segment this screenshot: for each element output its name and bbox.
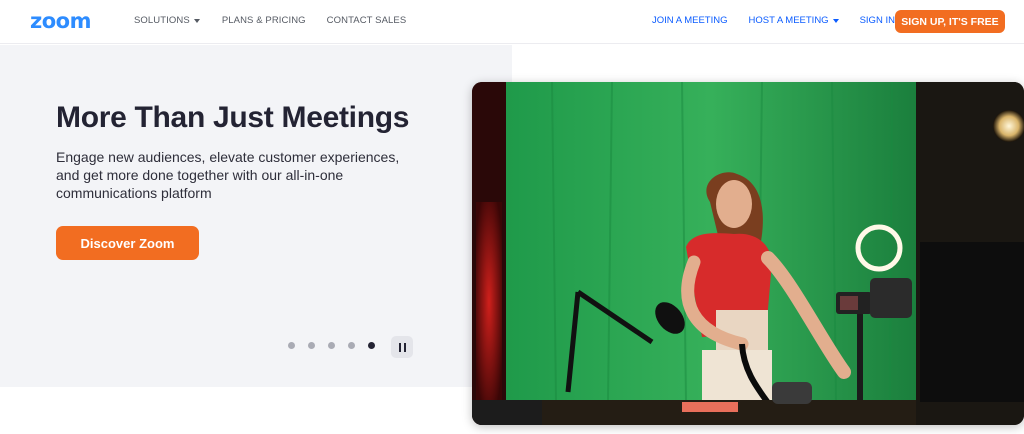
hero-background — [0, 45, 512, 387]
carousel-dot[interactable] — [348, 342, 355, 349]
hero-headline: More Than Just Meetings — [56, 101, 410, 134]
hero-subheading: Engage new audiences, elevate customer e… — [56, 149, 400, 201]
nav-contact-sales-label: CONTACT SALES — [326, 15, 407, 26]
pause-icon — [403, 342, 406, 352]
top-navigation: zoom SOLUTIONS PLANS & PRICING CONTACT S… — [0, 0, 1024, 44]
join-meeting-link[interactable]: JOIN A MEETING — [652, 15, 728, 26]
carousel-dot[interactable] — [288, 342, 295, 349]
carousel-dot-active[interactable] — [368, 342, 375, 349]
join-meeting-label: JOIN A MEETING — [652, 15, 728, 26]
chevron-down-icon — [193, 18, 200, 23]
discover-zoom-label: Discover Zoom — [80, 235, 175, 251]
hero-media-video[interactable] — [472, 82, 1024, 425]
host-meeting-label: HOST A MEETING — [748, 15, 829, 26]
sign-in-label: SIGN IN — [859, 15, 895, 26]
carousel-indicators — [288, 342, 388, 349]
chevron-down-icon — [832, 18, 839, 23]
nav-solutions[interactable]: SOLUTIONS — [134, 15, 200, 26]
secondary-nav: JOIN A MEETING HOST A MEETING SIGN IN — [652, 15, 895, 26]
studio-scene-image — [472, 82, 1024, 425]
zoom-logo[interactable]: zoom — [30, 9, 91, 33]
host-meeting-link[interactable]: HOST A MEETING — [749, 15, 839, 26]
primary-nav: SOLUTIONS PLANS & PRICING CONTACT SALES — [134, 15, 406, 26]
carousel-pause-button[interactable] — [391, 336, 413, 358]
sign-up-button[interactable]: SIGN UP, IT'S FREE — [895, 10, 1005, 33]
nav-plans-pricing-label: PLANS & PRICING — [221, 15, 306, 26]
sign-in-link[interactable]: SIGN IN — [860, 15, 895, 26]
nav-contact-sales[interactable]: CONTACT SALES — [327, 15, 407, 26]
nav-solutions-label: SOLUTIONS — [134, 15, 190, 26]
nav-plans-pricing[interactable]: PLANS & PRICING — [222, 15, 306, 26]
carousel-dot[interactable] — [308, 342, 315, 349]
pause-icon — [398, 342, 401, 352]
discover-zoom-button[interactable]: Discover Zoom — [56, 226, 199, 260]
sign-up-label: SIGN UP, IT'S FREE — [901, 15, 999, 28]
carousel-dot[interactable] — [328, 342, 335, 349]
